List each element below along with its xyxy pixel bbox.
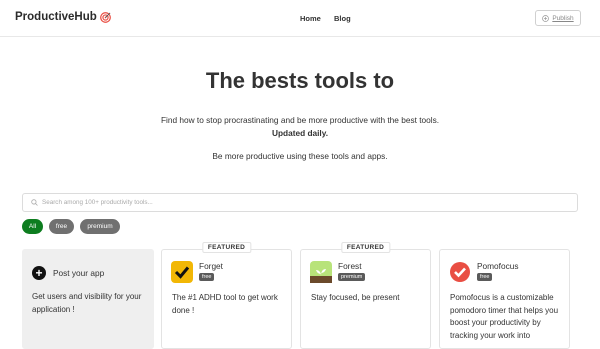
tool-description: Stay focused, be present	[311, 293, 400, 302]
hero-title: The bests tools to	[205, 68, 395, 93]
tool-card[interactable]: FEATURED Forget free The #1 ADHD tool to…	[161, 242, 292, 349]
plus-icon: +	[32, 266, 46, 280]
tool-name: Forget	[199, 261, 223, 271]
tier-badge: free	[477, 273, 493, 281]
hero-subtitle: Find how to stop procrastinating and be …	[160, 115, 440, 125]
tier-badge: premium	[338, 273, 366, 281]
tool-name: Pomofocus	[477, 261, 519, 271]
post-app-header: + Post your app	[32, 266, 104, 280]
target-icon	[99, 11, 111, 23]
tool-card[interactable]: FEATURED Forest premium Stay focused, be…	[300, 242, 431, 349]
filter-chips: All free premium	[22, 219, 120, 234]
filter-all[interactable]: All	[22, 219, 43, 234]
tier-badge: free	[199, 273, 215, 281]
search-icon	[31, 199, 38, 206]
post-app-title: Post your app	[53, 268, 105, 278]
nav-home-link[interactable]: Home	[300, 14, 321, 23]
brand-name: ProductiveHub	[15, 11, 97, 23]
brand-logo[interactable]: ProductiveHub	[15, 11, 111, 23]
tool-description: The #1 ADHD tool to get work done !	[172, 293, 278, 315]
tool-name: Forest	[338, 261, 362, 271]
featured-badge: FEATURED	[201, 242, 252, 253]
search-bar[interactable]	[22, 193, 578, 212]
hero-updated-note: Updated daily.	[271, 128, 329, 138]
search-input[interactable]	[42, 199, 342, 206]
filter-free[interactable]: free	[49, 219, 74, 234]
featured-badge: FEATURED	[340, 242, 391, 253]
tool-card[interactable]: Pomofocus free Pomofocus is a customizab…	[439, 249, 570, 349]
plant-icon	[310, 261, 332, 283]
post-app-description: Get users and visibility for your applic…	[32, 292, 142, 314]
tool-description: Pomofocus is a customizable pomodoro tim…	[450, 293, 559, 340]
checkmark-icon	[171, 261, 193, 283]
nav-blog-link[interactable]: Blog	[334, 14, 351, 23]
plus-circle-icon	[542, 14, 550, 22]
hero-tagline: Be more productive using these tools and…	[212, 151, 388, 161]
publish-label: Publish	[552, 14, 574, 22]
publish-button[interactable]: Publish	[535, 10, 581, 26]
filter-premium[interactable]: premium	[80, 219, 120, 234]
post-app-card[interactable]: + Post your app Get users and visibility…	[22, 249, 154, 349]
top-navbar: ProductiveHub Home Blog Publish	[0, 0, 600, 37]
pomodoro-check-icon	[449, 261, 471, 283]
